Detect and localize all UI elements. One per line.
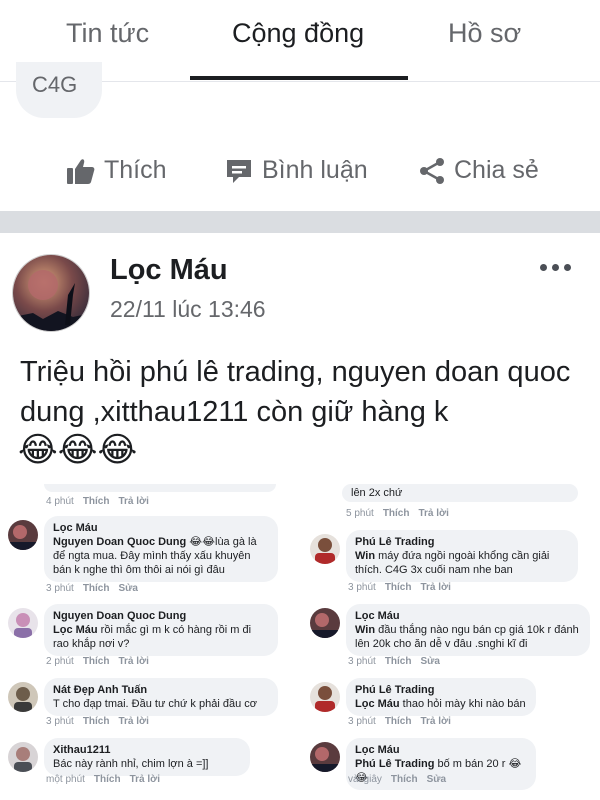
author-avatar[interactable] [12, 254, 90, 332]
commenter-avatar[interactable] [310, 534, 340, 564]
commenter-name[interactable]: Nát Đẹp Anh Tuấn [53, 683, 269, 697]
comment-meta: 3 phút Thích Trả lời [348, 582, 451, 593]
commenter-avatar[interactable] [8, 682, 38, 712]
like-label: Thích [104, 156, 167, 184]
commenter-name[interactable]: Lọc Máu [355, 609, 581, 623]
commenter-name[interactable]: Lọc Máu [355, 743, 527, 757]
tab-news[interactable]: Tin tức [66, 18, 149, 49]
comment-bubble: Phú Lê Trading Lọc Máu thao hỏi mày khi … [346, 678, 536, 716]
mention-tag[interactable]: Lọc Máu [53, 624, 98, 636]
post-timestamp[interactable]: 22/11 lúc 13:46 [110, 296, 266, 323]
like-button[interactable]: Thích [66, 156, 167, 185]
commenter-avatar[interactable] [310, 742, 340, 772]
comment-meta: 3 phút Thích Sửa [348, 656, 440, 667]
mention-tag[interactable]: Win [355, 624, 375, 636]
comment-meta: 3 phút Thích Trả lời [348, 716, 451, 727]
commenter-name[interactable]: Xithau1211 [53, 743, 241, 757]
commenter-avatar[interactable] [8, 608, 38, 638]
commenter-avatar[interactable] [8, 742, 38, 772]
comment-label: Bình luận [262, 156, 368, 184]
mention-tag[interactable]: Lọc Máu [355, 698, 400, 710]
commenter-name[interactable]: Lọc Máu [53, 521, 269, 535]
comments-column-left: 4 phút Thích Trả lời Lọc Máu Nguyen Doan Q… [0, 484, 290, 800]
comments-screenshot: 4 phút Thích Trả lời Lọc Máu Nguyen Doan Q… [0, 484, 600, 800]
share-icon [420, 157, 444, 184]
commenter-name[interactable]: Nguyen Doan Quoc Dung [53, 609, 269, 623]
tab-community[interactable]: Cộng đồng [232, 18, 364, 49]
commenter-avatar[interactable] [310, 608, 340, 638]
mention-tag[interactable]: Phú Lê Trading [355, 758, 434, 770]
active-tab-indicator [190, 76, 408, 80]
commenter-avatar[interactable] [310, 682, 340, 712]
comment-icon [227, 159, 251, 183]
comment-bubble: lên 2x chứ [342, 484, 578, 502]
comment-text: thao hỏi mày khi nào bán [399, 698, 526, 710]
mention-tag[interactable]: Nguyen Doan Quoc Dung [53, 536, 186, 548]
share-button[interactable]: Chia sẻ [418, 156, 539, 185]
commenter-name[interactable]: Phú Lê Trading [355, 535, 569, 549]
comment-text: Bác này rành nhỉ, chim lợn à =]] [53, 758, 209, 770]
comment-bubble: Nguyen Doan Quoc Dung Lọc Máu rồi mắc gì… [44, 604, 278, 656]
thumbs-up-icon [67, 158, 95, 184]
comment-meta: 4 phút Thích Trả lời [46, 496, 149, 507]
share-label: Chia sẻ [454, 156, 539, 184]
comment-bubble: Xithau1211 Bác này rành nhỉ, chim lợn à … [44, 738, 250, 776]
previous-comment-text: C4G [32, 72, 78, 97]
comment-meta: 3 phút Thích Trả lời [46, 716, 149, 727]
post-body-text: Triệu hồi phú lê trading, nguyen doan qu… [20, 356, 571, 428]
commenter-avatar[interactable] [8, 520, 38, 550]
feed-separator [0, 211, 600, 233]
comment-meta: 2 phút Thích Trả lời [46, 656, 149, 667]
comment-bubble: Phú Lê Trading Win máy đứa ngồi ngoài kh… [346, 530, 578, 582]
comment-button[interactable]: Bình luận [224, 156, 368, 185]
post-action-bar: Thích Bình luận Chia sẻ [0, 140, 600, 204]
tab-profile[interactable]: Hồ sơ [448, 18, 521, 49]
more-options-icon[interactable] [540, 264, 571, 271]
commenter-name[interactable]: Phú Lê Trading [355, 683, 527, 697]
comment-bubble: Lọc Máu Win đầu thắng nào ngu bán cp giá… [346, 604, 590, 656]
comment-meta: vài giây Thích Sửa [348, 774, 447, 785]
comment-meta: một phút Thích Trả lời [46, 774, 161, 785]
comment-meta: 5 phút Thích Trả lời [346, 508, 449, 519]
comment-bubble: Lọc Máu Nguyen Doan Quoc Dung 😂😂lùa gà l… [44, 516, 278, 582]
mention-tag[interactable]: Win [355, 550, 375, 562]
comment-meta: 3 phút Thích Sửa [46, 583, 138, 594]
comment-text: máy đứa ngồi ngoài khổng cần giải thích.… [355, 550, 550, 576]
post-author-name[interactable]: Lọc Máu [110, 254, 228, 287]
previous-comment-chip[interactable]: C4G [16, 62, 102, 118]
comment-bubble: Nát Đẹp Anh Tuấn T cho đạp tmai. Đầu tư … [44, 678, 278, 716]
post-emoji-line: 😂😂😂 [18, 431, 138, 469]
comment-text: đầu thắng nào ngu bán cp giá 10k r đánh … [355, 624, 579, 650]
comment-text: T cho đạp tmai. Đầu tư chứ k phải đầu cơ [53, 698, 257, 710]
comments-column-right: lên 2x chứ 5 phút Thích Trả lời Phú Lê Tra… [302, 484, 592, 800]
comment-text: lên 2x chứ [351, 487, 403, 499]
